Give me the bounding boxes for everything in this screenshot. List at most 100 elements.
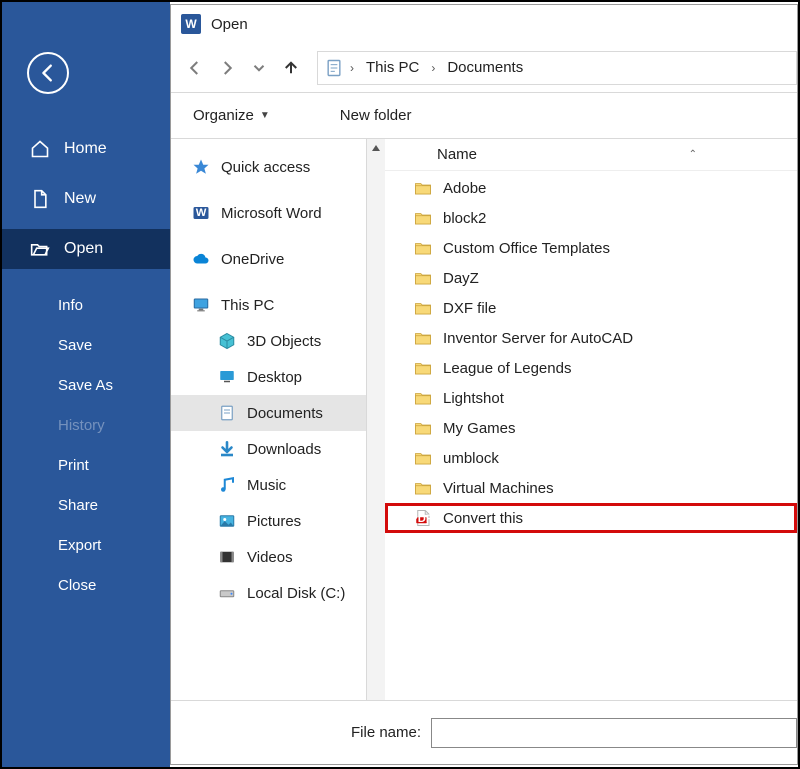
folder-icon: [413, 478, 433, 498]
backstage-item-share[interactable]: Share: [2, 485, 170, 525]
tree-documents[interactable]: Documents: [171, 395, 366, 431]
word-app-icon: W: [181, 14, 201, 34]
folder-row[interactable]: Lightshot: [385, 383, 797, 413]
backstage-item-save[interactable]: Save: [2, 325, 170, 365]
pdf-file-icon: PDF: [413, 508, 433, 528]
nav-recent-button[interactable]: [243, 48, 275, 88]
folder-icon: [413, 418, 433, 438]
backstage-item-print[interactable]: Print: [2, 445, 170, 485]
backstage-item-save-as[interactable]: Save As: [2, 365, 170, 405]
home-icon: [30, 139, 50, 159]
nav-back-button[interactable]: [179, 48, 211, 88]
tree-music[interactable]: Music: [171, 467, 366, 503]
file-open-dialog: W Open › This PC › Documents Organize ▼: [170, 4, 798, 765]
scrollbar[interactable]: [367, 139, 385, 700]
folder-row[interactable]: Custom Office Templates: [385, 233, 797, 263]
cloud-icon: [191, 249, 211, 269]
backstage-item-new[interactable]: New: [2, 179, 170, 219]
dialog-title: Open: [211, 16, 248, 33]
breadcrumb-separator: ›: [346, 61, 358, 75]
backstage-item-close[interactable]: Close: [2, 565, 170, 605]
folder-icon: [413, 388, 433, 408]
breadcrumb-this-pc[interactable]: This PC: [360, 59, 425, 76]
file-label: block2: [443, 210, 486, 227]
tree-quick-access[interactable]: Quick access: [171, 149, 366, 185]
breadcrumb-documents[interactable]: Documents: [441, 59, 529, 76]
folder-row[interactable]: My Games: [385, 413, 797, 443]
tree-desktop[interactable]: Desktop: [171, 359, 366, 395]
backstage-item-label: Open: [64, 240, 103, 258]
file-name-input[interactable]: [431, 718, 797, 748]
tree-this-pc[interactable]: This PC: [171, 287, 366, 323]
file-label: My Games: [443, 420, 516, 437]
drive-icon: [217, 583, 237, 603]
tree-downloads[interactable]: Downloads: [171, 431, 366, 467]
open-folder-icon: [30, 239, 50, 259]
file-name-label: File name:: [351, 724, 421, 741]
folder-row[interactable]: DXF file: [385, 293, 797, 323]
file-label: Inventor Server for AutoCAD: [443, 330, 633, 347]
tree-3d-objects[interactable]: 3D Objects: [171, 323, 366, 359]
backstage-item-home[interactable]: Home: [2, 129, 170, 169]
dialog-toolbar: Organize ▼ New folder: [171, 93, 797, 139]
arrow-left-icon: [37, 62, 59, 84]
file-label: Lightshot: [443, 390, 504, 407]
folder-row[interactable]: Adobe: [385, 173, 797, 203]
folder-row[interactable]: umblock: [385, 443, 797, 473]
cube-icon: [217, 331, 237, 351]
file-label: DayZ: [443, 270, 479, 287]
list-column-header[interactable]: Name ⌃: [385, 139, 797, 171]
music-icon: [217, 475, 237, 495]
folder-icon: [413, 358, 433, 378]
folder-row[interactable]: block2: [385, 203, 797, 233]
file-label: DXF file: [443, 300, 496, 317]
monitor-icon: [191, 295, 211, 315]
backstage-panel: Home New Open Info Save Save As History …: [2, 2, 170, 767]
nav-forward-button[interactable]: [211, 48, 243, 88]
word-icon: W: [191, 203, 211, 223]
tree-local-disk-c[interactable]: Local Disk (C:): [171, 575, 366, 611]
sort-ascending-icon: ⌃: [689, 149, 697, 160]
pictures-icon: [217, 511, 237, 531]
scroll-up-icon[interactable]: [368, 139, 384, 157]
svg-text:PDF: PDF: [414, 513, 432, 525]
address-bar[interactable]: › This PC › Documents: [317, 51, 797, 85]
documents-icon: [217, 403, 237, 423]
download-icon: [217, 439, 237, 459]
file-icon: [30, 189, 50, 209]
new-folder-button[interactable]: New folder: [334, 103, 418, 128]
file-label: Convert this: [443, 510, 523, 527]
breadcrumb-separator: ›: [427, 61, 439, 75]
backstage-item-export[interactable]: Export: [2, 525, 170, 565]
file-label: umblock: [443, 450, 499, 467]
backstage-item-label: Home: [64, 140, 107, 158]
tree-videos[interactable]: Videos: [171, 539, 366, 575]
folder-row[interactable]: DayZ: [385, 263, 797, 293]
tree-pictures[interactable]: Pictures: [171, 503, 366, 539]
file-label: Custom Office Templates: [443, 240, 610, 257]
videos-icon: [217, 547, 237, 567]
chevron-down-icon: ▼: [260, 110, 270, 121]
backstage-item-info[interactable]: Info: [2, 285, 170, 325]
folder-icon: [413, 328, 433, 348]
navigation-pane: Quick access W Microsoft Word OneDrive T…: [171, 139, 367, 700]
dialog-titlebar: W Open: [171, 5, 797, 43]
backstage-item-open[interactable]: Open: [2, 229, 170, 269]
dialog-footer: File name:: [171, 700, 797, 764]
folder-icon: [413, 268, 433, 288]
folder-icon: [413, 298, 433, 318]
tree-onedrive[interactable]: OneDrive: [171, 241, 366, 277]
tree-microsoft-word[interactable]: W Microsoft Word: [171, 195, 366, 231]
backstage-item-label: New: [64, 190, 96, 208]
file-row[interactable]: PDF Convert this: [385, 503, 797, 533]
folder-row[interactable]: Inventor Server for AutoCAD: [385, 323, 797, 353]
dialog-nav-bar: › This PC › Documents: [171, 43, 797, 93]
documents-icon: [324, 58, 344, 78]
organize-button[interactable]: Organize ▼: [187, 103, 276, 128]
folder-row[interactable]: Virtual Machines: [385, 473, 797, 503]
folder-row[interactable]: League of Legends: [385, 353, 797, 383]
column-name-label: Name: [437, 146, 477, 163]
nav-up-button[interactable]: [275, 48, 307, 88]
file-label: Virtual Machines: [443, 480, 554, 497]
back-button[interactable]: [27, 52, 69, 94]
